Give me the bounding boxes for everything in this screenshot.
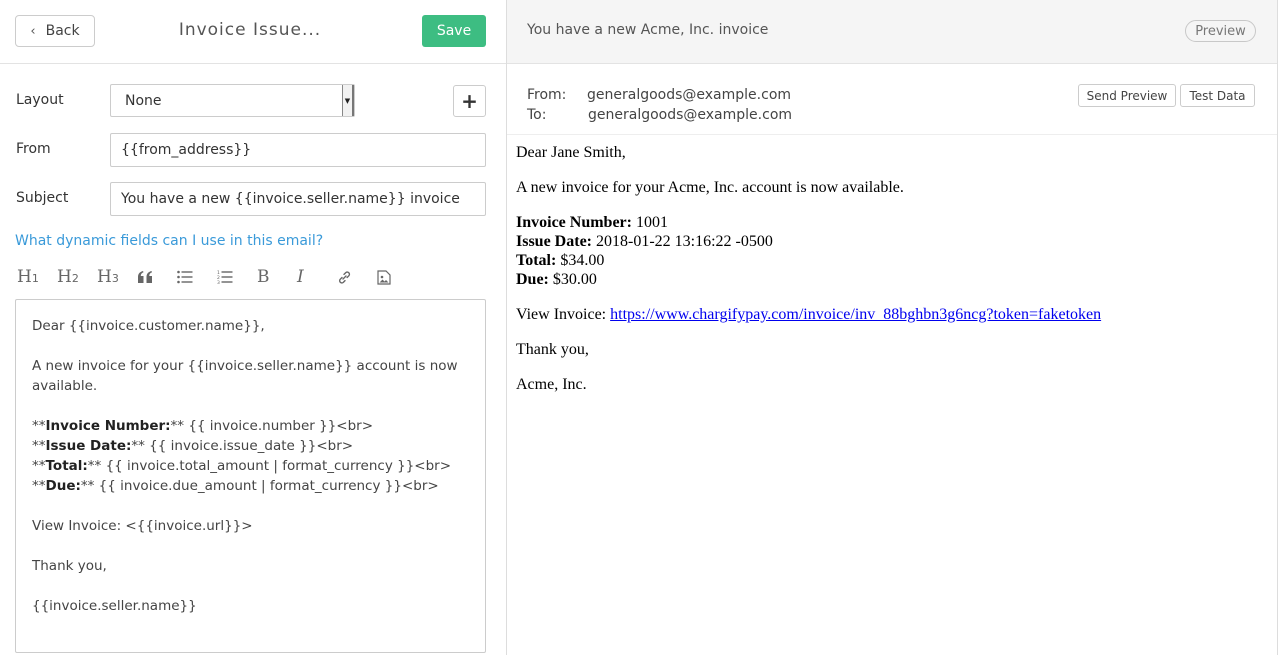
invoice-url-link[interactable]: https://www.chargifypay.com/invoice/inv_… — [610, 306, 1101, 323]
editor-line-issue-date: **Issue Date:** {{ invoice.issue_date }}… — [32, 438, 354, 454]
editor-intro: A new invoice for your {{invoice.seller.… — [32, 358, 458, 394]
editor-line-total: **Total:** {{ invoice.total_amount | for… — [32, 458, 452, 474]
preview-from-row: From: generalgoods@example.com — [527, 87, 791, 103]
link-icon — [339, 270, 351, 284]
from-input[interactable]: {{from_address}} — [110, 133, 486, 167]
preview-invoice-details: Invoice Number: 1001 Issue Date: 2018-01… — [516, 214, 773, 288]
preview-thanks: Thank you, — [516, 341, 589, 358]
back-button-label: Back — [45, 23, 80, 39]
layout-label: Layout — [16, 92, 64, 108]
preview-greeting: Dear Jane Smith, — [516, 144, 626, 161]
editor-signature: {{invoice.seller.name}} — [32, 598, 197, 614]
heading-1-button[interactable]: H1 — [15, 266, 55, 288]
preview-panel: You have a new Acme, Inc. invoice Previe… — [507, 0, 1278, 655]
save-button[interactable]: Save — [422, 15, 486, 47]
editor-panel: ‹ Back Invoice Issue... Save Layout None… — [0, 0, 507, 655]
preview-to-value: generalgoods@example.com — [588, 107, 793, 123]
bold-button[interactable]: B — [255, 266, 295, 288]
numbered-list-icon: 123 — [217, 270, 233, 284]
preview-header: You have a new Acme, Inc. invoice Previe… — [507, 0, 1277, 64]
preview-signature: Acme, Inc. — [516, 376, 587, 393]
from-label: From — [16, 141, 51, 157]
send-preview-button[interactable]: Send Preview — [1078, 84, 1176, 107]
plus-icon: + — [461, 89, 478, 113]
chevron-left-icon: ‹ — [30, 23, 36, 39]
bullet-list-icon — [177, 270, 193, 284]
editor-thanks: Thank you, — [32, 558, 107, 574]
svg-text:3: 3 — [217, 280, 220, 284]
preview-from-value: generalgoods@example.com — [587, 87, 792, 103]
preview-to-row: To: generalgoods@example.com — [527, 107, 792, 123]
bullet-list-button[interactable] — [175, 266, 215, 288]
page-title: Invoice Issue... — [178, 20, 322, 40]
add-layout-button[interactable]: + — [453, 85, 486, 117]
numbered-list-button[interactable]: 123 — [215, 266, 255, 288]
preview-to-label: To: — [527, 107, 547, 123]
preview-view-invoice: View Invoice: https://www.chargifypay.co… — [516, 306, 1102, 323]
heading-2-button[interactable]: H2 — [55, 266, 95, 288]
preview-badge: Preview — [1185, 20, 1256, 42]
test-data-button[interactable]: Test Data — [1180, 84, 1255, 107]
image-icon — [377, 269, 391, 285]
email-body-editor[interactable]: Dear {{invoice.customer.name}}, A new in… — [15, 299, 486, 653]
preview-meta: From: generalgoods@example.com To: general… — [507, 64, 1277, 135]
back-button[interactable]: ‹ Back — [15, 15, 95, 47]
link-button[interactable] — [335, 266, 375, 288]
editor-line-invoice-number: **Invoice Number:** {{ invoice.number }}… — [32, 418, 374, 434]
preview-intro: A new invoice for your Acme, Inc. accoun… — [516, 179, 904, 196]
preview-email-body: Dear Jane Smith, A new invoice for your … — [516, 143, 1266, 410]
subject-label: Subject — [16, 190, 69, 206]
dynamic-fields-help-link[interactable]: What dynamic fields can I use in this em… — [15, 233, 323, 249]
editor-header: ‹ Back Invoice Issue... Save — [0, 0, 506, 64]
preview-subject: You have a new Acme, Inc. invoice — [527, 22, 769, 38]
italic-button[interactable]: I — [295, 266, 335, 288]
editor-view-invoice: View Invoice: <{{invoice.url}}> — [32, 518, 253, 534]
preview-from-label: From: — [527, 87, 567, 103]
quote-button[interactable] — [135, 266, 175, 288]
heading-3-button[interactable]: H3 — [95, 266, 135, 288]
formatting-toolbar: H1 H2 H3 123 B I — [15, 266, 415, 290]
layout-select[interactable]: None ▼ — [110, 84, 355, 117]
layout-select-value: None — [125, 92, 162, 109]
editor-line-due: **Due:** {{ invoice.due_amount | format_… — [32, 478, 439, 494]
subject-input[interactable]: You have a new {{invoice.seller.name}} i… — [110, 182, 486, 216]
quote-icon — [138, 271, 152, 283]
dropdown-arrow-icon: ▼ — [342, 85, 354, 116]
image-button[interactable] — [375, 266, 415, 288]
editor-greeting: Dear {{invoice.customer.name}}, — [32, 318, 265, 334]
